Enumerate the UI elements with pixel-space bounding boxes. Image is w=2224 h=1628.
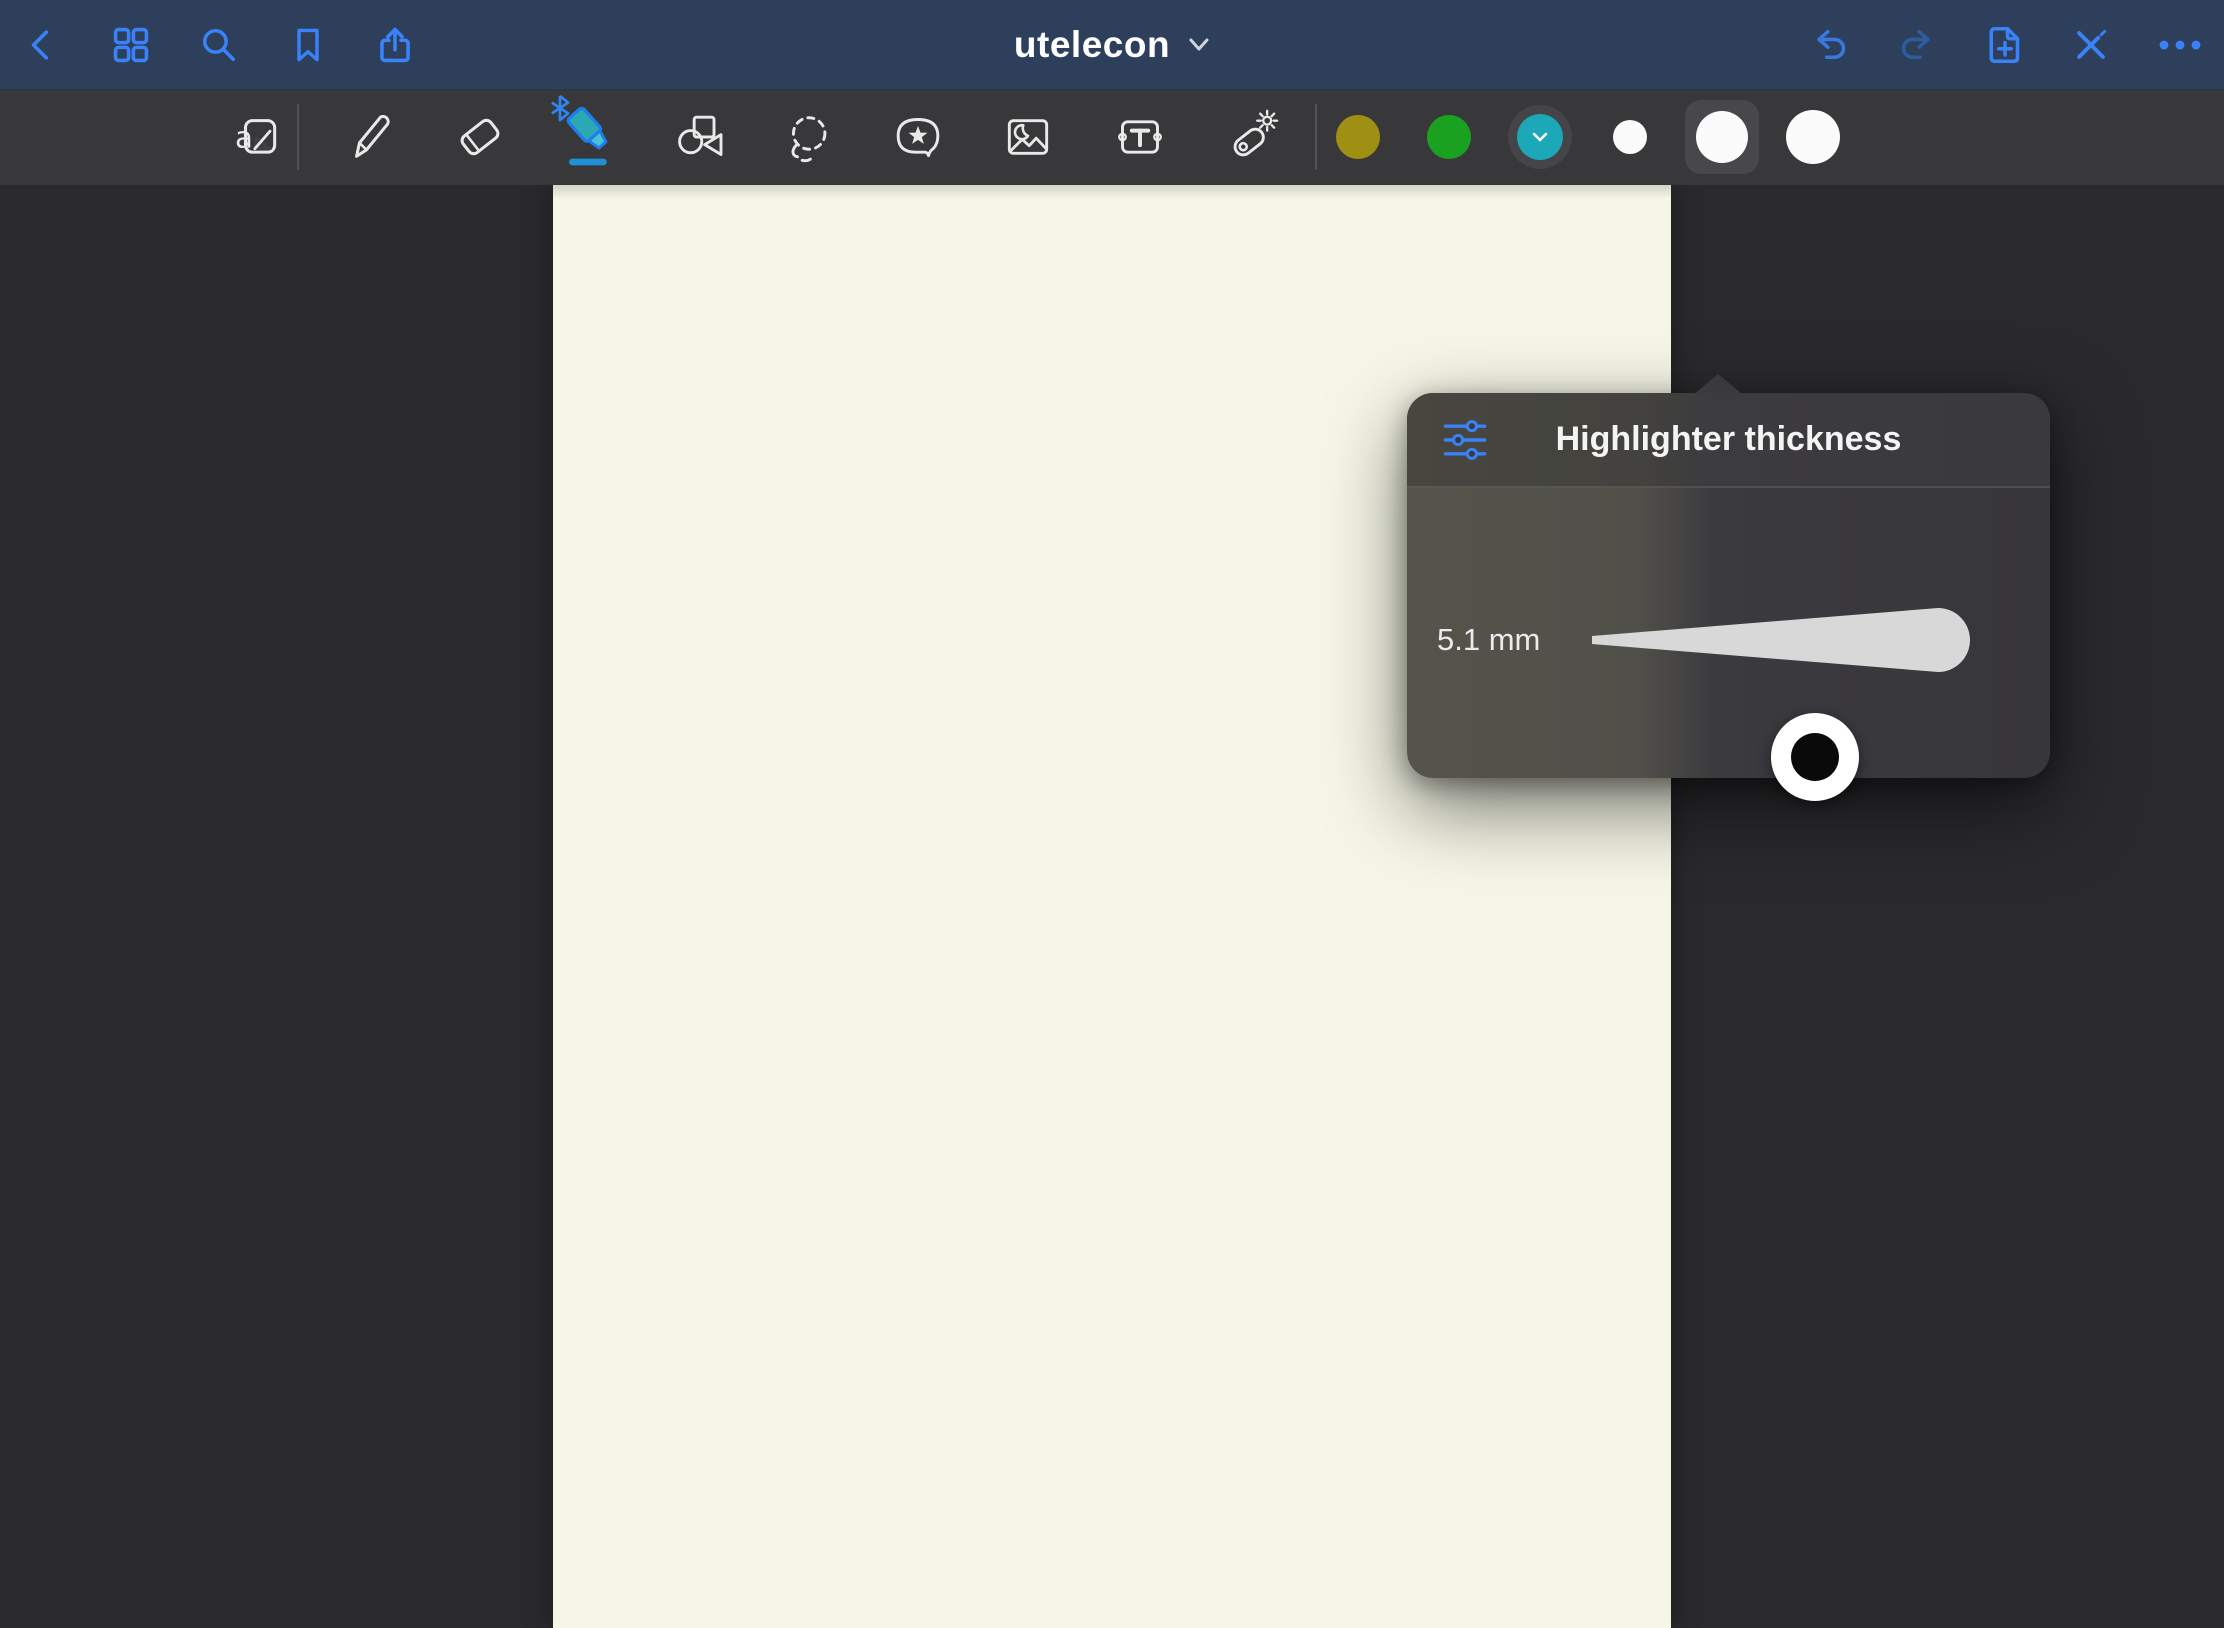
toolbar-divider xyxy=(297,104,299,170)
text-icon xyxy=(1112,109,1168,165)
highlighter-icon xyxy=(560,103,625,170)
thickness-value-label: 5.1 mm xyxy=(1437,622,1540,658)
canvas-shade xyxy=(553,185,1671,199)
document-title-menu[interactable]: utelecon xyxy=(1014,24,1210,66)
svg-text:a: a xyxy=(235,121,253,155)
share-button[interactable] xyxy=(367,17,423,73)
thickness-slider-knob[interactable] xyxy=(1771,713,1859,801)
image-tool-button[interactable] xyxy=(999,108,1057,166)
navbar: utelecon xyxy=(0,0,2224,90)
bookmark-button[interactable] xyxy=(280,17,336,73)
share-icon xyxy=(376,26,414,64)
pen-icon xyxy=(342,109,398,165)
laser-pointer-icon xyxy=(1224,109,1280,165)
pen-tool-button[interactable] xyxy=(341,108,399,166)
shapes-tool-button[interactable] xyxy=(671,108,729,166)
more-button[interactable] xyxy=(2152,17,2208,73)
popover-body: 5.1 mm xyxy=(1407,488,2050,778)
redo-icon xyxy=(1898,26,1938,64)
highlighter-tool-button[interactable] xyxy=(563,108,621,166)
end-editing-button[interactable] xyxy=(2063,17,2119,73)
bookmark-icon xyxy=(290,27,326,63)
image-icon xyxy=(1000,109,1056,165)
search-button[interactable] xyxy=(191,17,247,73)
lasso-tool-button[interactable] xyxy=(779,108,837,166)
sticker-star-icon xyxy=(889,109,947,165)
chevron-down-icon xyxy=(1531,131,1549,143)
elements-tool-button[interactable] xyxy=(889,108,947,166)
redo-button[interactable] xyxy=(1890,17,1946,73)
more-icon xyxy=(2158,38,2202,52)
toolbar-divider xyxy=(1315,104,1317,170)
chevron-down-icon xyxy=(1188,37,1210,53)
eraser-icon xyxy=(452,109,508,165)
app-screen: utelecon xyxy=(0,0,2224,1628)
thickness-preset-medium-selected[interactable] xyxy=(1685,100,1759,174)
search-icon xyxy=(200,26,238,64)
eraser-tool-button[interactable] xyxy=(451,108,509,166)
lasso-icon xyxy=(780,109,836,165)
back-icon xyxy=(25,28,59,62)
laser-pointer-tool-button[interactable] xyxy=(1223,108,1281,166)
color-swatch-teal-selected[interactable] xyxy=(1508,105,1572,169)
scribble-mode-icon: a xyxy=(228,109,284,165)
undo-icon xyxy=(1809,26,1849,64)
thickness-slider-track[interactable] xyxy=(1592,605,1970,675)
add-page-icon xyxy=(1985,25,2025,65)
tools-toolbar: a xyxy=(0,90,2224,185)
color-swatch-green[interactable] xyxy=(1427,115,1471,159)
popover-arrow xyxy=(1694,374,1742,394)
page-grid-button[interactable] xyxy=(103,17,159,73)
scribble-mode-button[interactable]: a xyxy=(227,108,285,166)
thickness-preset-medium xyxy=(1696,111,1748,163)
page-title: utelecon xyxy=(1014,24,1170,66)
undo-button[interactable] xyxy=(1801,17,1857,73)
add-page-button[interactable] xyxy=(1977,17,2033,73)
color-swatch-olive[interactable] xyxy=(1336,115,1380,159)
slider-knob-center xyxy=(1791,733,1839,781)
thickness-preset-small[interactable] xyxy=(1613,120,1647,154)
grid-view-icon xyxy=(112,26,150,64)
popover-title: Highlighter thickness xyxy=(1407,420,2050,459)
crossed-pen-icon xyxy=(2072,26,2110,64)
shapes-icon xyxy=(672,109,728,165)
text-tool-button[interactable] xyxy=(1111,108,1169,166)
highlighter-thickness-popover: Highlighter thickness 5.1 mm xyxy=(1407,393,2050,778)
popover-header: Highlighter thickness xyxy=(1407,393,2050,488)
thickness-slider-row: 5.1 mm xyxy=(1407,488,2050,778)
thickness-preset-large[interactable] xyxy=(1786,110,1840,164)
editor-stage: Highlighter thickness 5.1 mm xyxy=(0,185,2224,1628)
color-swatch-teal xyxy=(1517,114,1563,160)
back-button[interactable] xyxy=(14,17,70,73)
